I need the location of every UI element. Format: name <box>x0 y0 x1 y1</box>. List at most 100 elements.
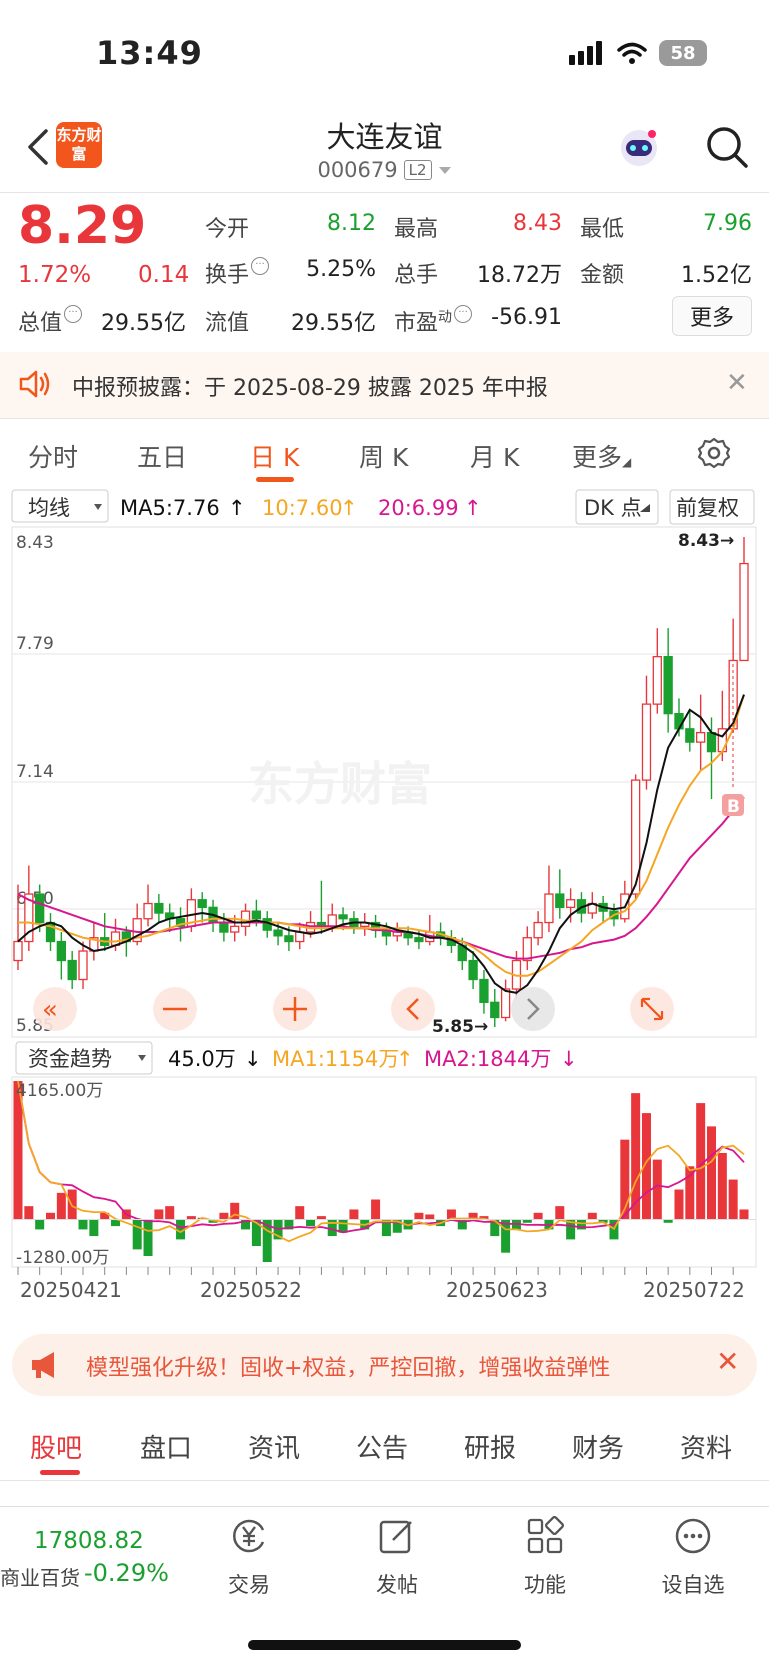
fund-bar <box>78 1219 88 1230</box>
close-icon[interactable]: ✕ <box>716 1345 739 1378</box>
fund-bar <box>555 1206 565 1220</box>
turnover-label[interactable]: 换手 ··· <box>205 257 270 289</box>
notice-divider <box>0 418 769 419</box>
close-icon[interactable]: ✕ <box>726 368 748 398</box>
open-label: 今开 <box>205 217 250 242</box>
tab-research[interactable]: 研报 <box>464 1428 516 1465</box>
x-date-3: 20250623 <box>446 1278 548 1302</box>
yen-circle-icon <box>233 1519 265 1553</box>
fund-bar <box>35 1219 45 1230</box>
tab-monthly-k[interactable]: 月 K <box>470 438 519 474</box>
fund-bar <box>295 1206 305 1220</box>
tab-news[interactable]: 资讯 <box>248 1428 300 1465</box>
candle-body <box>251 910 262 920</box>
candle-body <box>696 731 706 743</box>
wifi-icon <box>617 42 647 64</box>
fund-ma1-arrow: ↑ <box>396 1047 414 1071</box>
active-bottom-tab-indicator <box>40 1470 80 1475</box>
volume-label: 总手 <box>394 263 439 288</box>
notice-text: 中报预披露：于 2025-08-29 披露 2025 年中报 <box>72 376 548 401</box>
candle-body <box>479 978 489 1003</box>
megaphone-icon <box>32 1352 54 1378</box>
nav-add-watchlist[interactable]: 设自选 <box>638 1516 748 1599</box>
fund-flow-value: 45.0万 <box>168 1047 236 1071</box>
tab-forum[interactable]: 股吧 <box>30 1428 82 1465</box>
turnover-value: 5.25% <box>306 257 376 282</box>
candle-body <box>143 902 153 920</box>
candle-body <box>490 1001 500 1019</box>
x-date-1: 20250421 <box>20 1278 122 1302</box>
fund-bar <box>652 1159 662 1220</box>
ma20-arrow: ↑ <box>464 496 482 520</box>
fund-bar <box>587 1212 597 1220</box>
nav-post[interactable]: 发帖 <box>342 1516 452 1599</box>
fund-bar <box>371 1199 381 1220</box>
fund-bar <box>132 1219 142 1250</box>
fund-ma2-label: MA2:1844万 <box>424 1047 551 1071</box>
pe-value: -56.91 <box>491 305 562 330</box>
pe-label[interactable]: 市盈动 ··· <box>394 305 473 337</box>
y-tick-top: 8.43 <box>16 533 54 553</box>
candle-body <box>674 712 684 730</box>
info-icon: ··· <box>251 257 270 275</box>
fund-ma2-arrow: ↓ <box>560 1047 578 1071</box>
kline-chart[interactable]: 均线 MA5:7.76 ↑ 10:7.60 ↑ 20:6.99 ↑ DK 点 前… <box>0 486 769 1320</box>
candle-body <box>652 656 662 705</box>
tab-announcements[interactable]: 公告 <box>356 1428 408 1465</box>
candle-body <box>67 959 77 981</box>
promo-text: 模型强化升级！固收+权益，严控回撤，增强收益弹性 <box>86 1356 611 1381</box>
x-date-2: 20250522 <box>200 1278 302 1302</box>
sub-y-min: -1280.00万 <box>16 1248 109 1268</box>
search-icon[interactable] <box>704 124 750 170</box>
amount-value: 1.52亿 <box>681 263 752 288</box>
nav-add-watchlist-label: 设自选 <box>661 1573 725 1597</box>
low-price-marker: 5.85→ <box>432 1017 488 1037</box>
fund-bar <box>533 1212 543 1220</box>
settings-gear-icon[interactable] <box>697 436 731 470</box>
tab-weekly-k[interactable]: 周 K <box>359 438 408 474</box>
nav-functions[interactable]: 功能 <box>490 1515 600 1599</box>
tab-minute[interactable]: 分时 <box>28 438 78 474</box>
mktcap-label[interactable]: 总值 ··· <box>18 305 83 337</box>
step-right-button[interactable] <box>511 987 555 1031</box>
candle-body <box>219 921 229 933</box>
fund-bar <box>219 1212 229 1220</box>
tab-more[interactable]: 更多◢ <box>572 438 631 474</box>
fund-bar <box>24 1206 34 1220</box>
index-value[interactable]: 17808.82 <box>34 1528 144 1554</box>
tab-order-book[interactable]: 盘口 <box>140 1428 192 1465</box>
fund-bar <box>685 1166 695 1220</box>
candle-body <box>468 959 478 981</box>
tab-five-day[interactable]: 五日 <box>137 438 187 474</box>
index-change-pct: -0.29% <box>84 1559 169 1587</box>
robot-assistant-icon[interactable] <box>616 124 662 170</box>
ma10-arrow: ↑ <box>340 496 358 520</box>
mktcap-value: 29.55亿 <box>101 311 186 336</box>
candle-body <box>240 910 251 927</box>
fund-bar <box>717 1152 727 1220</box>
fund-bar <box>706 1126 716 1220</box>
candle-body <box>338 914 348 920</box>
watermark: 东方财富 <box>248 757 432 811</box>
adjust-label: 前复权 <box>676 496 739 520</box>
nav-trade[interactable]: 交易 <box>194 1516 304 1599</box>
low-label: 最低 <box>580 217 625 242</box>
fund-bar <box>165 1206 175 1220</box>
tab-financials[interactable]: 财务 <box>572 1428 624 1465</box>
more-button[interactable]: 更多 <box>672 296 752 336</box>
float-cap-label: 流值 <box>205 311 250 336</box>
candle-body <box>565 899 576 908</box>
ma20-label: 20:6.99 <box>378 496 459 520</box>
home-indicator <box>248 1640 521 1650</box>
more-dots-icon <box>675 1518 711 1554</box>
high-price-marker: 8.43→ <box>678 531 734 551</box>
tab-profile[interactable]: 资料 <box>680 1428 732 1465</box>
candle-body <box>641 703 652 781</box>
tab-daily-k[interactable]: 日 K <box>250 438 299 474</box>
dropdown-triangle-icon <box>438 167 451 174</box>
fund-flow-arrow: ↓ <box>244 1047 262 1071</box>
edit-icon <box>379 1520 412 1554</box>
grid-apps-icon <box>527 1515 565 1554</box>
step-left-button[interactable] <box>391 987 435 1031</box>
y-tick-3: 7.14 <box>16 762 54 782</box>
